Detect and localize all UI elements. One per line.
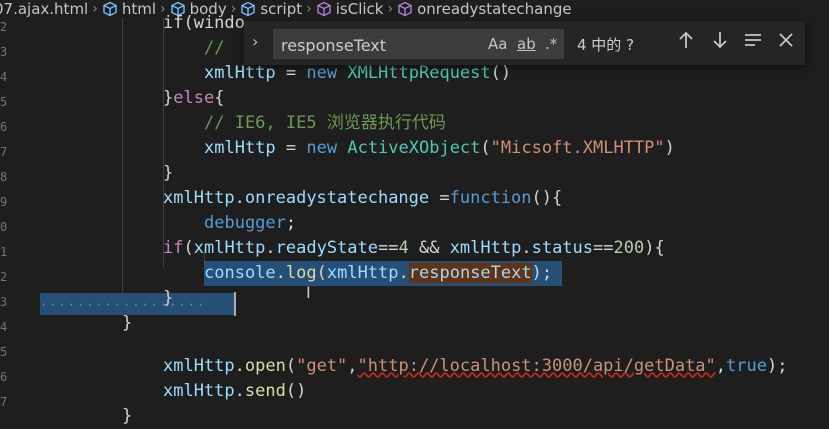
code-editor[interactable]: if(windo // xmlHttp = new XMLHttpRequest… — [0, 13, 829, 426]
breadcrumb-item-script[interactable]: script › — [240, 0, 315, 18]
code-line: if(xmlHttp.readyState==4 && xmlHttp.stat… — [163, 238, 665, 258]
breadcrumb-item-html[interactable]: html › — [102, 0, 170, 18]
arrow-up-icon — [679, 31, 693, 48]
code-line-selected: console.log(xmlHttp.responseText); — [204, 261, 563, 286]
breadcrumb-item-file[interactable]: 07.ajax.html › — [0, 0, 102, 18]
breadcrumb-html-label: html — [121, 0, 156, 18]
next-match-button[interactable] — [708, 29, 732, 56]
use-regex-button[interactable]: .* — [545, 35, 557, 53]
mouse-ibeam-icon: I — [306, 283, 311, 302]
text-cursor — [234, 292, 236, 316]
close-find-button[interactable] — [774, 29, 798, 56]
breadcrumb-isclick-label: isClick — [335, 0, 384, 18]
code-line: if(windo — [163, 13, 245, 33]
arrow-down-icon — [713, 32, 727, 49]
code-line: }else{ — [163, 88, 225, 108]
breadcrumb: 07.ajax.html › html › body › script › is… — [0, 0, 829, 18]
code-line: } — [163, 288, 174, 308]
match-case-button[interactable]: Aa — [488, 35, 507, 53]
list-icon — [745, 34, 761, 46]
chevron-right-icon: › — [92, 1, 98, 17]
code-line: xmlHttp.open("get","http://localhost:300… — [163, 356, 788, 376]
url-string: "http://localhost:3000/api/getData" — [357, 356, 716, 376]
breadcrumb-item-isclick[interactable]: isClick › — [316, 0, 397, 18]
code-line: debugger; — [204, 213, 297, 233]
chevron-right-icon: › — [387, 1, 394, 17]
find-input-box: Aa ab .* — [273, 29, 564, 59]
breadcrumb-script-label: script — [260, 0, 303, 18]
breadcrumb-item-onreadystatechange[interactable]: onreadystatechange — [397, 0, 572, 18]
find-match-highlight: responseText — [408, 263, 532, 283]
breadcrumb-onreadystatechange-label: onreadystatechange — [417, 0, 572, 18]
code-line: } — [163, 163, 174, 183]
toggle-replace-chevron-icon[interactable]: › — [252, 32, 258, 51]
previous-match-button[interactable] — [674, 29, 698, 56]
element-icon — [103, 1, 117, 17]
find-result-count: 4 中的 ? — [577, 36, 635, 54]
code-line: xmlHttp.onreadystatechange =function(){ — [163, 188, 563, 208]
code-line: } — [122, 313, 133, 333]
breadcrumb-file-label: 07.ajax.html — [0, 0, 89, 18]
method-icon — [317, 1, 331, 17]
code-line: // — [204, 38, 225, 58]
code-line: xmlHttp = new ActiveXObject("Micsoft.XML… — [204, 138, 675, 158]
code-line: xmlHttp.send() — [163, 381, 307, 401]
match-whole-word-button[interactable]: ab — [517, 35, 536, 53]
close-icon — [779, 33, 793, 47]
find-widget: › Aa ab .* 4 中的 ? — [244, 21, 805, 65]
find-input[interactable] — [279, 33, 483, 57]
code-line: } — [122, 406, 133, 426]
chevron-right-icon: › — [306, 1, 312, 17]
code-line: // IE6, IE5 浏览器执行代码 — [204, 113, 446, 133]
find-in-selection-button[interactable] — [741, 29, 765, 56]
method-icon — [398, 1, 412, 17]
